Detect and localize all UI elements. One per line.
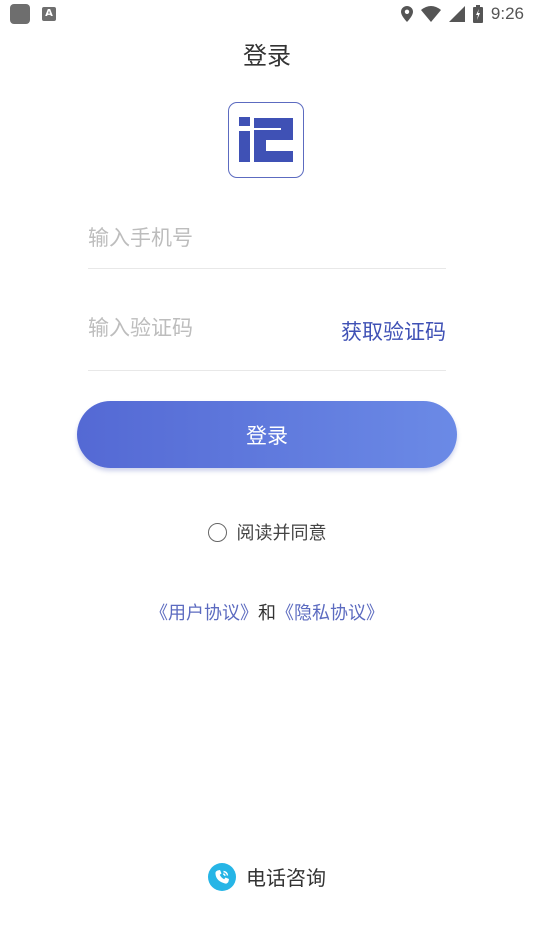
app-logo <box>228 102 304 178</box>
code-field: 获取验证码 <box>88 316 446 371</box>
get-code-button[interactable]: 获取验证码 <box>341 316 446 346</box>
user-agreement-link[interactable]: 《用户协议》 <box>150 603 258 624</box>
conjunction-text: 和 <box>258 603 276 624</box>
agreement-links: 《用户协议》和《隐私协议》 <box>0 599 534 625</box>
agree-label: 阅读并同意 <box>236 523 327 544</box>
agree-radio[interactable] <box>207 522 227 542</box>
notification-app-icon <box>10 4 30 24</box>
phone-consult-label: 电话咨询 <box>246 866 326 890</box>
privacy-policy-link[interactable]: 《隐私协议》 <box>276 603 384 624</box>
keyboard-a-icon: A <box>42 7 56 21</box>
status-time: 9:26 <box>490 4 524 23</box>
battery-icon <box>472 5 483 23</box>
code-input[interactable] <box>88 316 318 340</box>
cell-signal-icon <box>448 6 465 22</box>
phone-consult-button[interactable]: 电话咨询 <box>0 862 534 891</box>
location-icon <box>400 6 413 22</box>
phone-field <box>88 226 446 269</box>
login-button[interactable]: 登录 <box>77 401 457 468</box>
wifi-icon <box>420 6 441 22</box>
phone-icon <box>208 862 236 891</box>
ji-logo-icon <box>239 117 293 162</box>
phone-input[interactable] <box>88 226 318 250</box>
status-bar: A 9:26 <box>0 0 534 28</box>
agreement-row: 阅读并同意 <box>0 519 534 545</box>
page-title: 登录 <box>243 42 291 70</box>
